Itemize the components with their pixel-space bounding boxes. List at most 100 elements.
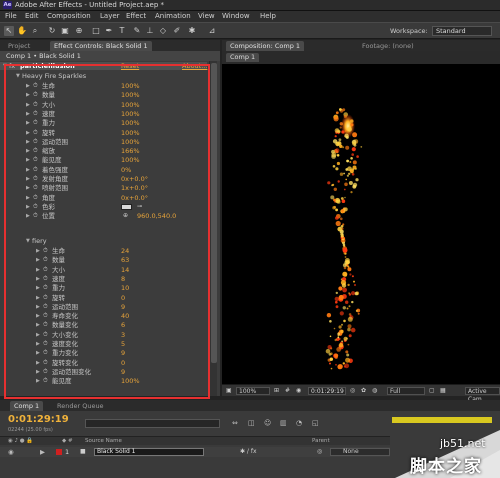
layer-label-color[interactable] (56, 449, 62, 455)
property-value[interactable]: 0 (121, 359, 125, 367)
expand-triangle-icon[interactable]: ▶ (26, 166, 30, 174)
stopwatch-icon[interactable]: ⏱ (43, 331, 48, 339)
stopwatch-icon[interactable]: ⏱ (33, 166, 38, 174)
eraser-tool-icon[interactable]: ◇ (158, 26, 168, 36)
stopwatch-icon[interactable]: ⏱ (43, 266, 48, 274)
stopwatch-icon[interactable]: ⏱ (33, 138, 38, 146)
property-value[interactable]: 0x+0.0° (121, 175, 148, 183)
hand-tool-icon[interactable]: ✋ (17, 26, 27, 36)
stopwatch-icon[interactable]: ⏱ (33, 119, 38, 127)
tab-project[interactable]: Project (4, 41, 34, 51)
effect-property-row[interactable]: ▶ ⏱ 喷射范围 1x+0.0° (0, 184, 207, 192)
region-icon[interactable]: ▢ (429, 387, 435, 395)
menu-animation[interactable]: Animation (155, 12, 191, 20)
graph-editor-icon[interactable]: ◱ (312, 419, 319, 427)
stopwatch-icon[interactable]: ⏱ (43, 368, 48, 376)
effect-property-row[interactable]: ▶ ⏱ 寿命变化 40 (0, 312, 207, 320)
effect-property-row[interactable]: ▶ ⏱ 角度 0x+0.0° (0, 194, 207, 202)
property-value[interactable]: 0% (121, 166, 131, 174)
brush-tool-icon[interactable]: ✎ (132, 26, 142, 36)
source-name-header[interactable]: Source Name (85, 438, 122, 444)
effect-controls-scrollbar[interactable] (209, 61, 217, 396)
collapse-triangle-icon[interactable]: ▼ (3, 62, 7, 70)
property-value[interactable]: 9 (121, 303, 125, 311)
tab-composition[interactable]: Composition: Comp 1 (226, 41, 305, 51)
property-value[interactable]: 1x+0.0° (121, 184, 148, 192)
timeline-search-input[interactable] (85, 419, 220, 428)
effect-reset-link[interactable]: Reset (121, 62, 139, 70)
frame-blending-icon[interactable]: ▥ (280, 419, 287, 427)
expand-triangle-icon[interactable]: ▶ (26, 129, 30, 137)
expand-triangle-icon[interactable]: ▶ (36, 266, 40, 274)
parent-header[interactable]: Parent (312, 438, 330, 444)
property-value[interactable]: 100% (121, 138, 140, 146)
layer-switches-icon[interactable]: ✱ / fx (240, 448, 257, 455)
property-value[interactable]: 14 (121, 266, 129, 274)
property-value[interactable]: 166% (121, 147, 140, 155)
property-value[interactable]: 63 (121, 256, 129, 264)
stopwatch-icon[interactable]: ⏱ (33, 175, 38, 183)
menu-view[interactable]: View (198, 12, 215, 20)
emitter-group-header[interactable]: ▼ Heavy Fire Sparkles (0, 72, 207, 80)
snapshot-icon[interactable]: ◎ (350, 387, 355, 395)
property-value[interactable]: 24 (121, 247, 129, 255)
stopwatch-icon[interactable]: ⏱ (33, 82, 38, 90)
expand-triangle-icon[interactable]: ▶ (36, 377, 40, 385)
stopwatch-icon[interactable]: ⏱ (43, 247, 48, 255)
stopwatch-icon[interactable]: ⏱ (43, 312, 48, 320)
expand-triangle-icon[interactable]: ▶ (36, 294, 40, 302)
effect-property-row[interactable]: ▶ ⏱ 重力 100% (0, 119, 207, 127)
effect-property-row[interactable]: ▶ ⏱ 速度 8 (0, 275, 207, 283)
property-value[interactable]: 100% (121, 101, 140, 109)
tab-effect-controls[interactable]: Effect Controls: Black Solid 1 (50, 41, 152, 51)
expand-triangle-icon[interactable]: ▶ (36, 349, 40, 357)
property-value[interactable]: 960.0,540.0 (137, 212, 176, 220)
expand-triangle-icon[interactable]: ▶ (26, 212, 30, 220)
color-swatch[interactable] (121, 203, 132, 210)
effect-property-row[interactable]: ▶ ⏱ 数量 100% (0, 91, 207, 99)
effect-property-row[interactable]: ▶ ⏱ 运动范围变化 9 (0, 368, 207, 376)
stopwatch-icon[interactable]: ⏱ (33, 91, 38, 99)
expand-triangle-icon[interactable]: ▶ (26, 203, 30, 211)
expand-triangle-icon[interactable]: ▶ (36, 359, 40, 367)
pick-whip-icon[interactable]: ◎ (317, 448, 322, 455)
emitter-group-header[interactable]: ▼ fiery (0, 237, 207, 245)
property-value[interactable]: 100% (121, 110, 140, 118)
effect-about-link[interactable]: About... (182, 62, 207, 70)
stopwatch-icon[interactable]: ⏱ (43, 294, 48, 302)
effect-property-row[interactable]: ▶ ⏱ 发射角度 0x+0.0° (0, 175, 207, 183)
expand-triangle-icon[interactable]: ▶ (26, 147, 30, 155)
expand-triangle-icon[interactable]: ▶ (26, 91, 30, 99)
property-value[interactable]: 5 (121, 340, 125, 348)
menu-composition[interactable]: Composition (47, 12, 91, 20)
rotate-tool-icon[interactable]: ↻ (47, 26, 57, 36)
stopwatch-icon[interactable]: ⏱ (33, 203, 38, 211)
always-preview-icon[interactable]: ▣ (226, 387, 232, 395)
stopwatch-icon[interactable]: ⏱ (33, 101, 38, 109)
property-value[interactable]: 100% (121, 119, 140, 127)
workspace-dropdown[interactable]: Standard (432, 26, 492, 36)
menu-layer[interactable]: Layer (100, 12, 120, 20)
camera-tool-icon[interactable]: ▣ (60, 26, 70, 36)
expand-triangle-icon[interactable]: ▶ (36, 284, 40, 292)
effect-header-row[interactable]: ▼ fx particleIllusion Reset About... (0, 62, 207, 70)
comp-viewer-tab[interactable]: Comp 1 (226, 53, 260, 62)
tab-footage[interactable]: Footage: (none) (358, 41, 418, 51)
stopwatch-icon[interactable]: ⏱ (33, 147, 38, 155)
zoom-tool-icon[interactable]: ⌕ (30, 26, 40, 36)
property-value[interactable]: 8 (121, 275, 125, 283)
camera-snapshot-icon[interactable]: ◉ (296, 387, 301, 395)
expand-triangle-icon[interactable]: ▶ (26, 82, 30, 90)
parent-dropdown[interactable]: None (330, 448, 390, 456)
expand-triangle-icon[interactable]: ▶ (26, 194, 30, 202)
shy-layers-icon[interactable]: ☺ (264, 419, 271, 427)
expand-triangle-icon[interactable]: ▶ (36, 303, 40, 311)
effect-property-row[interactable]: ▶ ⏱ 位置 ⊕ 960.0,540.0 (0, 212, 207, 220)
effect-property-row[interactable]: ▶ ⏱ 着色强度 0% (0, 166, 207, 174)
roto-brush-tool-icon[interactable]: ✐ (172, 26, 182, 36)
color-icon[interactable]: ◍ (372, 387, 377, 395)
effect-property-row[interactable]: ▶ ⏱ 大小变化 3 (0, 331, 207, 339)
menu-window[interactable]: Window (222, 12, 250, 20)
transparency-grid-icon[interactable]: ▦ (440, 387, 446, 395)
menu-effect[interactable]: Effect (126, 12, 146, 20)
